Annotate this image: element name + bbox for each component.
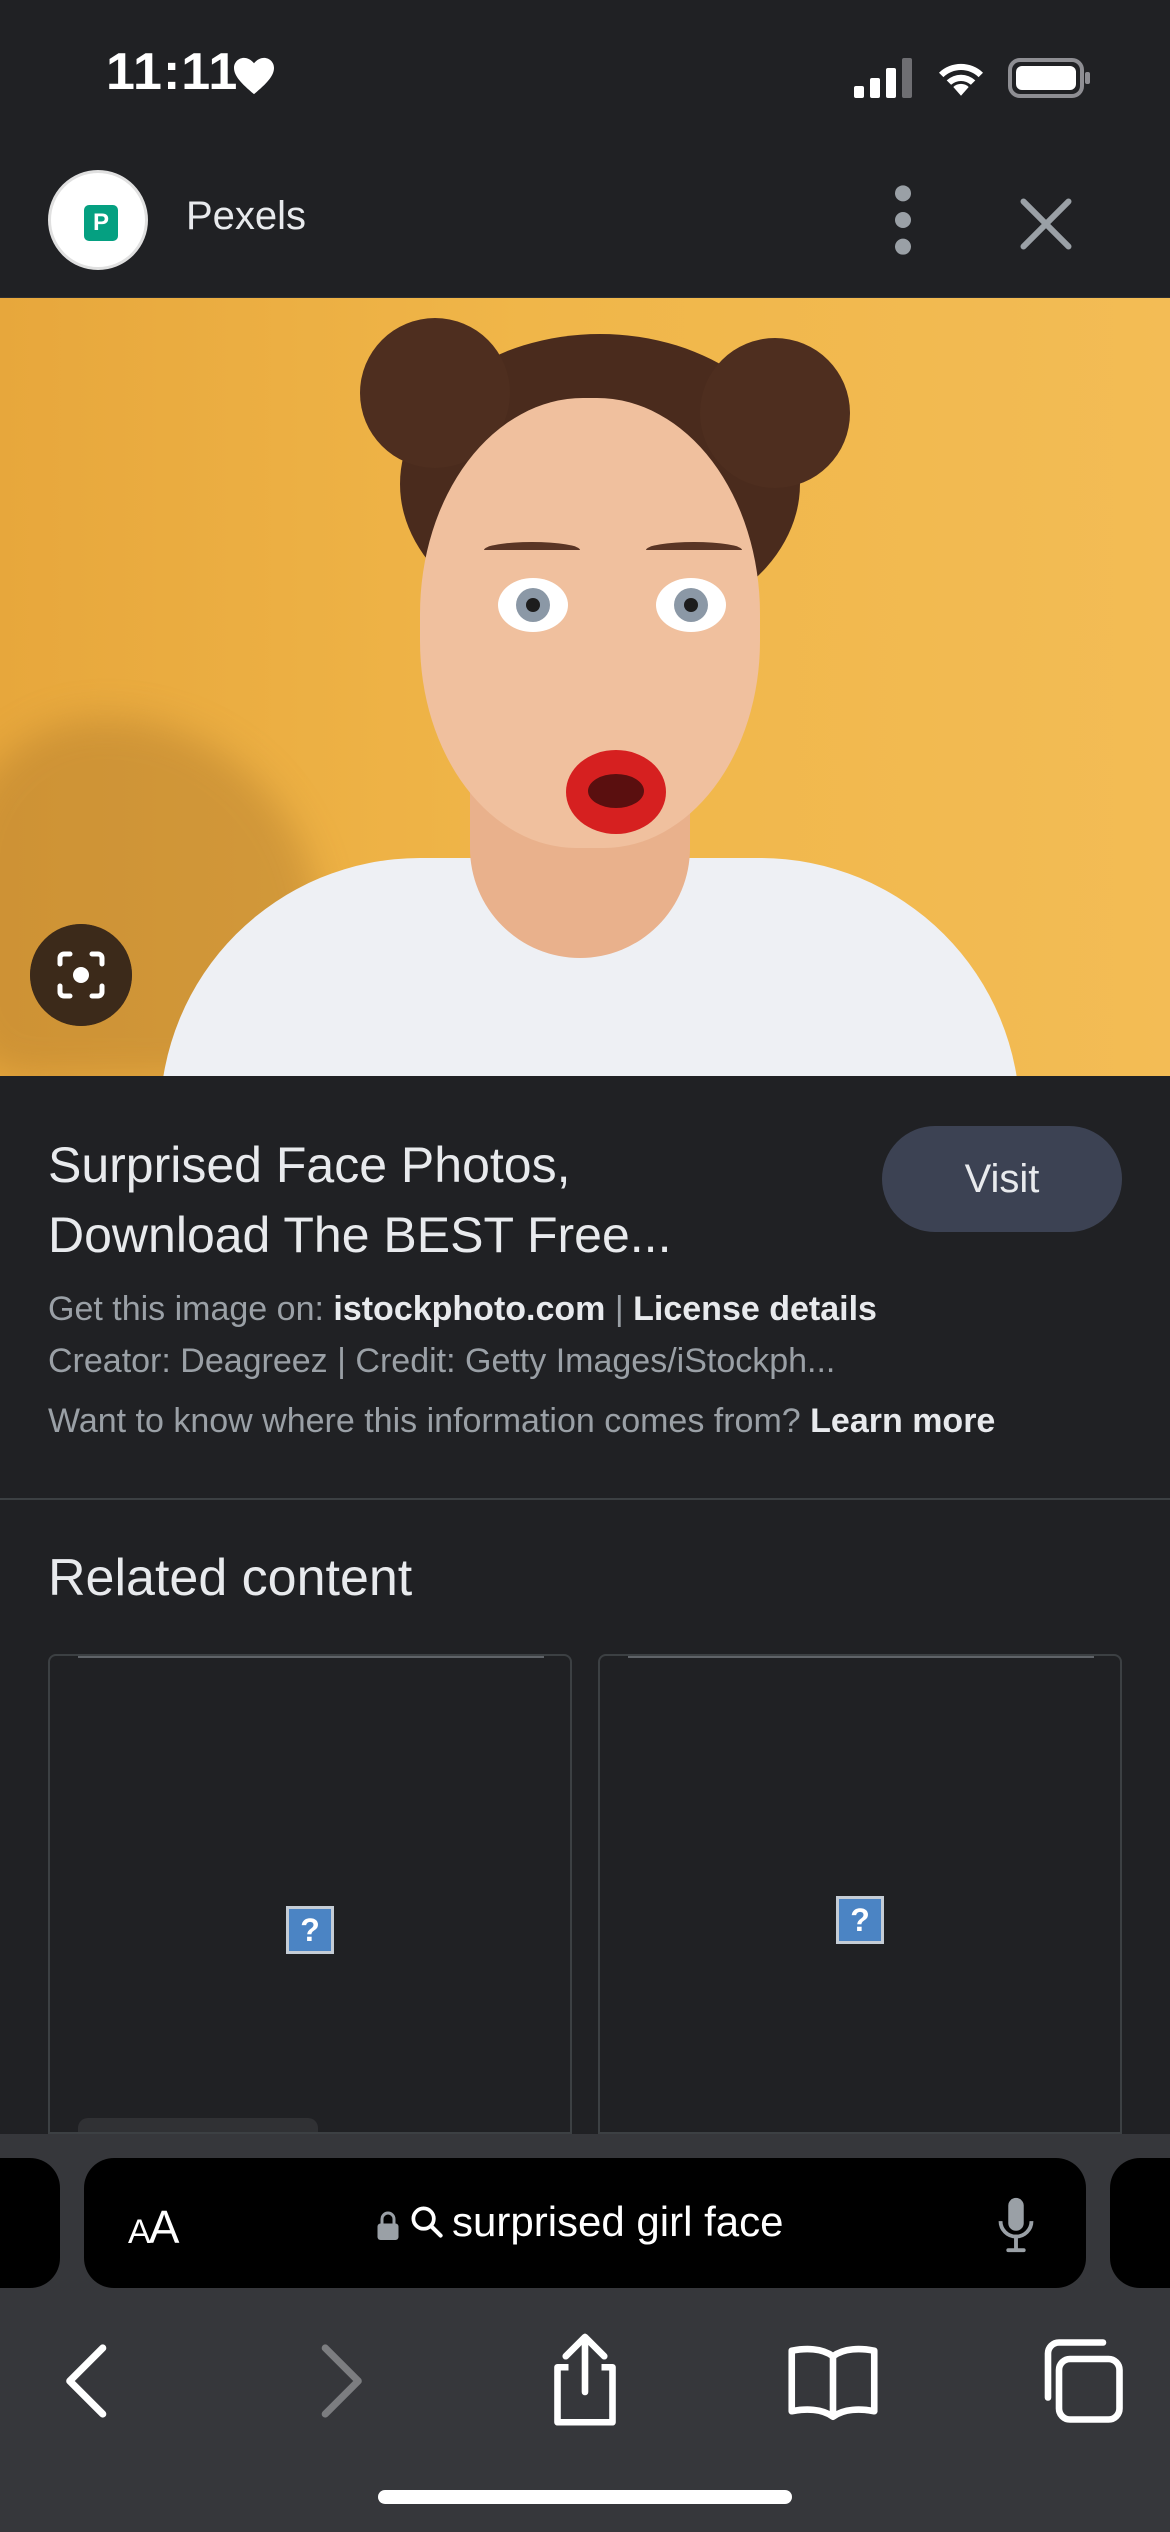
related-card[interactable]: ?: [48, 1654, 572, 2134]
forward-icon[interactable]: [284, 2326, 394, 2436]
hair-bun-right: [700, 338, 850, 488]
previous-tab-preview[interactable]: [0, 2158, 60, 2288]
address-bar[interactable]: AA surprised girl face: [84, 2158, 1086, 2288]
image-source-line: Get this image on: istockphoto.com | Lic…: [48, 1290, 877, 1328]
wifi-icon: [939, 63, 983, 96]
divider: [0, 1498, 1170, 1500]
status-time: 11:11: [106, 43, 239, 101]
result-info: Surprised Face Photos, Download The BEST…: [0, 1076, 1170, 1500]
eye-right: [656, 578, 726, 632]
related-content-heading: Related content: [48, 1549, 413, 1607]
source-header: P Pexels: [0, 150, 1170, 298]
battery-icon: [1008, 58, 1090, 98]
next-tab-preview[interactable]: [1110, 2158, 1170, 2288]
reader-text-size-button[interactable]: AA: [128, 2200, 179, 2254]
cellular-signal-icon: [854, 58, 912, 98]
site-avatar[interactable]: P: [48, 170, 148, 270]
more-vert-icon[interactable]: [876, 180, 930, 260]
info-source-line: Want to know where this information come…: [48, 1402, 996, 1440]
source-domain-link[interactable]: istockphoto.com: [333, 1290, 605, 1328]
broken-image-icon: ?: [286, 1906, 334, 1954]
lens-icon[interactable]: [30, 924, 132, 1026]
bookmarks-icon[interactable]: [778, 2326, 888, 2436]
status-bar: 11:11: [0, 0, 1170, 150]
creator-credit-line: Creator: Deagreez | Credit: Getty Images…: [48, 1342, 836, 1380]
license-details-link[interactable]: License details: [633, 1290, 877, 1328]
lock-icon: [377, 2211, 399, 2240]
search-query: surprised girl face: [452, 2198, 784, 2245]
result-image[interactable]: [0, 298, 1170, 1076]
search-icon: [411, 2206, 443, 2238]
microphone-icon[interactable]: [996, 2196, 1036, 2254]
heart-icon: [234, 57, 274, 95]
pexels-logo: P: [84, 205, 118, 241]
open-mouth: [566, 750, 666, 834]
eye-left: [498, 578, 568, 632]
back-icon[interactable]: [34, 2326, 144, 2436]
tabs-icon[interactable]: [1026, 2326, 1136, 2436]
close-icon[interactable]: [1016, 194, 1076, 254]
learn-more-link[interactable]: Learn more: [810, 1402, 995, 1440]
home-indicator: [378, 2490, 792, 2504]
page-title[interactable]: Surprised Face Photos, Download The BEST…: [48, 1130, 848, 1270]
visit-button[interactable]: Visit: [882, 1126, 1122, 1232]
broken-image-icon: ?: [836, 1896, 884, 1944]
share-icon[interactable]: [530, 2326, 640, 2436]
site-name[interactable]: Pexels: [186, 194, 306, 239]
related-card[interactable]: ?: [598, 1654, 1122, 2134]
